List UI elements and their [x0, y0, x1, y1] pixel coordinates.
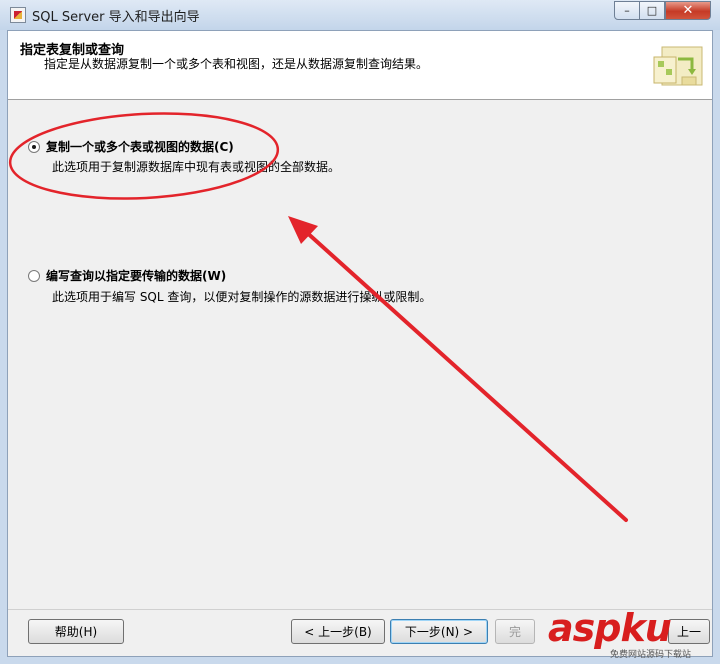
- title-bar[interactable]: SQL Server 导入和导出向导 – □ ✕: [0, 0, 720, 30]
- wizard-header: 指定表复制或查询 指定是从数据源复制一个或多个表和视图，还是从数据源复制查询结果…: [8, 31, 712, 100]
- watermark-tagline: 免费网站源码下载站: [610, 650, 692, 660]
- option-copy-tables-description: 此选项用于复制源数据库中现有表或视图的全部数据。: [52, 160, 341, 174]
- radio-write-query[interactable]: [28, 269, 40, 282]
- next-button[interactable]: 下一步(N) >: [390, 619, 488, 644]
- wizard-client-area: 指定表复制或查询 指定是从数据源复制一个或多个表和视图，还是从数据源复制查询结果…: [7, 30, 713, 657]
- back-button[interactable]: < 上一步(B): [291, 619, 385, 644]
- watermark-logo: aspku 免费网站源码下载站: [548, 606, 716, 662]
- wizard-graphic-icon: [653, 46, 703, 86]
- option-write-query-description: 此选项用于编写 SQL 查询，以便对复制操作的源数据进行操纵或限制。: [52, 290, 432, 304]
- app-icon: [10, 7, 26, 23]
- option-copy-tables-label: 复制一个或多个表或视图的数据(C): [46, 140, 234, 154]
- wizard-body: 复制一个或多个表或视图的数据(C) 此选项用于复制源数据库中现有表或视图的全部数…: [8, 101, 712, 608]
- wizard-window: SQL Server 导入和导出向导 – □ ✕ 指定表复制或查询 指定是从数据…: [0, 0, 720, 664]
- window-title: SQL Server 导入和导出向导: [32, 10, 200, 25]
- maximize-button[interactable]: □: [639, 1, 665, 20]
- option-copy-tables[interactable]: 复制一个或多个表或视图的数据(C): [28, 138, 234, 155]
- minimize-button[interactable]: –: [614, 1, 640, 20]
- option-write-query[interactable]: 编写查询以指定要传输的数据(W): [28, 267, 226, 284]
- watermark-brand: aspku: [548, 606, 672, 650]
- close-button[interactable]: ✕: [665, 1, 711, 20]
- page-subtitle: 指定是从数据源复制一个或多个表和视图，还是从数据源复制查询结果。: [44, 57, 429, 71]
- help-button[interactable]: 帮助(H): [28, 619, 124, 644]
- radio-copy-tables[interactable]: [28, 140, 40, 153]
- finish-button[interactable]: 完: [495, 619, 535, 644]
- option-write-query-label: 编写查询以指定要传输的数据(W): [46, 269, 227, 283]
